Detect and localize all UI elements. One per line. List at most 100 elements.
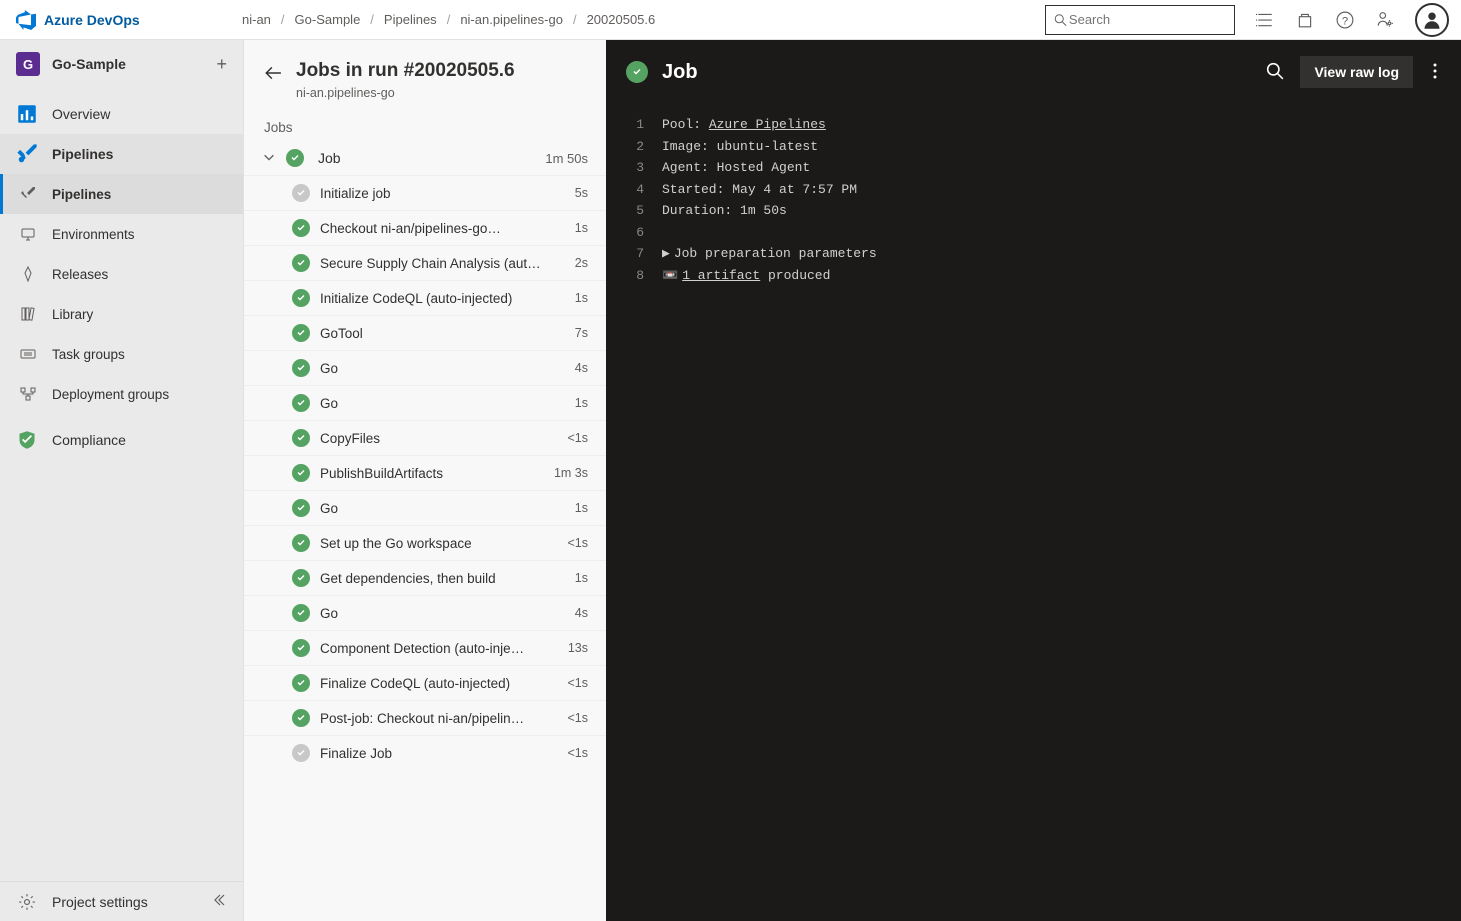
step-name: Go bbox=[320, 501, 565, 516]
status-success-icon bbox=[292, 604, 310, 622]
step-name: Initialize CodeQL (auto-injected) bbox=[320, 291, 565, 306]
step-row[interactable]: Component Detection (auto-inje…13s bbox=[244, 630, 606, 665]
sidebar-item-pipelines-group[interactable]: Pipelines bbox=[0, 134, 243, 174]
step-row[interactable]: CopyFiles<1s bbox=[244, 420, 606, 455]
step-name: Component Detection (auto-inje… bbox=[320, 641, 558, 656]
sidebar-item-label: Pipelines bbox=[52, 187, 111, 202]
help-icon[interactable]: ? bbox=[1335, 10, 1355, 30]
sidebar-item-environments[interactable]: Environments bbox=[0, 214, 243, 254]
log-link[interactable]: Azure Pipelines bbox=[709, 117, 826, 132]
breadcrumb-item[interactable]: Go-Sample bbox=[295, 12, 361, 27]
step-row[interactable]: Go1s bbox=[244, 385, 606, 420]
job-summary-row[interactable]: Job 1m 50s bbox=[244, 141, 606, 175]
brand[interactable]: Azure DevOps bbox=[16, 10, 242, 30]
breadcrumb-item[interactable]: ni-an bbox=[242, 12, 271, 27]
step-row[interactable]: Post-job: Checkout ni-an/pipelin…<1s bbox=[244, 700, 606, 735]
step-row[interactable]: Go1s bbox=[244, 490, 606, 525]
fold-caret-icon[interactable]: ▶ bbox=[662, 246, 670, 261]
step-row[interactable]: Finalize CodeQL (auto-injected)<1s bbox=[244, 665, 606, 700]
user-avatar[interactable] bbox=[1415, 3, 1449, 37]
step-row[interactable]: Go4s bbox=[244, 350, 606, 385]
sidebar-item-overview[interactable]: Overview bbox=[0, 94, 243, 134]
step-row[interactable]: Go4s bbox=[244, 595, 606, 630]
compliance-icon bbox=[16, 430, 38, 450]
step-row[interactable]: Secure Supply Chain Analysis (aut… 2s bbox=[244, 245, 606, 280]
log-line: 2Image: ubuntu-latest bbox=[606, 136, 1461, 158]
status-skipped-icon bbox=[292, 184, 310, 202]
sidebar-item-task-groups[interactable]: Task groups bbox=[0, 334, 243, 374]
sidebar-item-pipelines[interactable]: Pipelines bbox=[0, 174, 243, 214]
run-pipeline-name[interactable]: ni-an.pipelines-go bbox=[296, 86, 515, 100]
sidebar-item-label: Compliance bbox=[52, 432, 126, 448]
status-success-icon bbox=[292, 289, 310, 307]
step-row[interactable]: Initialize CodeQL (auto-injected)1s bbox=[244, 280, 606, 315]
sidebar-item-project-settings[interactable]: Project settings bbox=[0, 881, 243, 921]
step-duration: 1s bbox=[575, 396, 588, 410]
sidebar-item-library[interactable]: Library bbox=[0, 294, 243, 334]
log-line-number: 5 bbox=[606, 201, 662, 221]
sidebar-item-label: Releases bbox=[52, 267, 108, 282]
step-row[interactable]: Get dependencies, then build 1s bbox=[244, 560, 606, 595]
user-settings-icon[interactable] bbox=[1375, 10, 1395, 30]
sidebar-item-deployment-groups[interactable]: Deployment groups bbox=[0, 374, 243, 414]
artifact-link[interactable]: 1 artifact bbox=[682, 268, 760, 283]
back-button[interactable] bbox=[264, 64, 282, 85]
step-duration: <1s bbox=[567, 746, 588, 760]
log-title: Job bbox=[662, 61, 1252, 84]
more-actions-icon[interactable] bbox=[1429, 62, 1441, 83]
step-row[interactable]: Set up the Go workspace<1s bbox=[244, 525, 606, 560]
step-row[interactable]: PublishBuildArtifacts1m 3s bbox=[244, 455, 606, 490]
breadcrumb-item[interactable]: ni-an.pipelines-go bbox=[460, 12, 563, 27]
log-line-content: Image: ubuntu-latest bbox=[662, 137, 1461, 157]
search-box[interactable] bbox=[1045, 5, 1235, 35]
step-name: Get dependencies, then build bbox=[320, 571, 565, 586]
sidebar-item-label: Deployment groups bbox=[52, 387, 169, 402]
svg-text:?: ? bbox=[1342, 15, 1348, 27]
run-title: Jobs in run #20020505.6 bbox=[296, 60, 515, 82]
sidebar-item-compliance[interactable]: Compliance bbox=[0, 420, 243, 460]
jobs-section-label: Jobs bbox=[244, 110, 606, 141]
person-icon bbox=[1422, 10, 1442, 30]
environments-icon bbox=[18, 226, 38, 242]
overview-icon bbox=[16, 104, 38, 124]
step-row[interactable]: GoTool 7s bbox=[244, 315, 606, 350]
artifact-icon: 📼 bbox=[662, 268, 678, 283]
job-name: Job bbox=[318, 150, 535, 166]
work-items-icon[interactable] bbox=[1255, 10, 1275, 30]
search-input[interactable] bbox=[1067, 11, 1226, 28]
step-name: GoTool bbox=[320, 326, 565, 341]
status-success-icon bbox=[292, 359, 310, 377]
log-line-content bbox=[662, 223, 1461, 243]
step-row[interactable]: Finalize Job<1s bbox=[244, 735, 606, 770]
add-icon[interactable]: + bbox=[216, 54, 227, 75]
collapse-sidebar-icon[interactable] bbox=[211, 892, 227, 911]
breadcrumb-item[interactable]: Pipelines bbox=[384, 12, 437, 27]
log-line-content: Started: May 4 at 7:57 PM bbox=[662, 180, 1461, 200]
step-duration: <1s bbox=[567, 676, 588, 690]
status-success-icon bbox=[292, 674, 310, 692]
library-icon bbox=[18, 306, 38, 322]
breadcrumb-item[interactable]: 20020505.6 bbox=[587, 12, 656, 27]
step-name: Initialize job bbox=[320, 186, 565, 201]
marketplace-icon[interactable] bbox=[1295, 10, 1315, 30]
log-line-number: 6 bbox=[606, 223, 662, 243]
step-name: Secure Supply Chain Analysis (aut… bbox=[320, 256, 565, 271]
log-line: 1Pool: Azure Pipelines bbox=[606, 114, 1461, 136]
step-duration: 2s bbox=[575, 256, 588, 270]
step-duration: 1s bbox=[575, 571, 588, 585]
project-header[interactable]: G Go-Sample + bbox=[0, 40, 243, 88]
gear-icon bbox=[16, 893, 38, 911]
step-row[interactable]: Checkout ni-an/pipelines-go…1s bbox=[244, 210, 606, 245]
status-success-icon bbox=[292, 709, 310, 727]
chevron-down-icon[interactable] bbox=[262, 150, 276, 167]
log-body[interactable]: 1Pool: Azure Pipelines2Image: ubuntu-lat… bbox=[606, 104, 1461, 286]
log-search-icon[interactable] bbox=[1266, 62, 1284, 83]
step-duration: 7s bbox=[575, 326, 588, 340]
sidebar-item-releases[interactable]: Releases bbox=[0, 254, 243, 294]
step-row[interactable]: Initialize job 5s bbox=[244, 175, 606, 210]
log-line: 3Agent: Hosted Agent bbox=[606, 157, 1461, 179]
step-duration: 5s bbox=[575, 186, 588, 200]
task-groups-icon bbox=[18, 346, 38, 362]
sidebar-item-label: Environments bbox=[52, 227, 135, 242]
view-raw-log-button[interactable]: View raw log bbox=[1300, 56, 1413, 88]
